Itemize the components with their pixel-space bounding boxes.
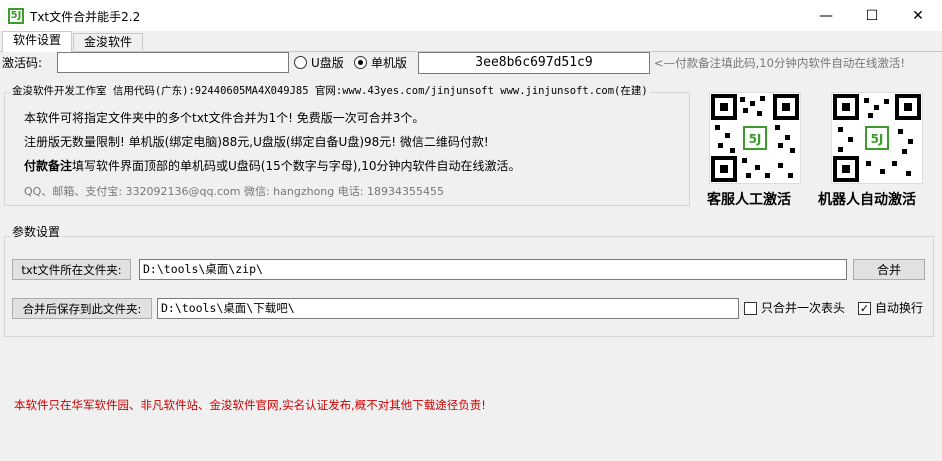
- maximize-icon: ☐: [865, 7, 879, 24]
- tab-jinjun-software[interactable]: 金浚软件: [73, 33, 144, 51]
- window-title: Txt文件合并能手2.2: [30, 10, 141, 24]
- info-line-2: 注册版无数量限制! 单机版(绑定电脑)88元,U盘版(绑定自备U盘)98元! 微…: [24, 135, 489, 149]
- machine-code-hint: <—付款备注填此码,10分钟内软件自动在线激活!: [654, 56, 906, 70]
- close-button[interactable]: ✕: [895, 0, 941, 31]
- dest-folder-button[interactable]: 合并后保存到此文件夹:: [12, 298, 152, 319]
- dest-folder-input[interactable]: D:\tools\桌面\下载吧\: [157, 298, 739, 319]
- auto-wrap-label: 自动换行: [875, 301, 924, 315]
- maximize-button[interactable]: ☐: [849, 0, 895, 31]
- app-icon: 5J: [8, 8, 24, 24]
- qr-code-icon: 5J: [709, 92, 801, 184]
- tab-software-settings[interactable]: 软件设置: [2, 31, 73, 52]
- info-line-3-rest: 填写软件界面顶部的单机码或U盘码(15个数字与字母),10分钟内软件自动在线激活…: [72, 159, 521, 173]
- radio-udisk-label: U盘版: [311, 56, 344, 70]
- minimize-icon: —: [819, 7, 833, 24]
- info-group-title: 金浚软件开发工作室 信用代码(广东):92440605MA4X049J85 官网…: [10, 85, 650, 98]
- info-line-3: 付款备注填写软件界面顶部的单机码或U盘码(15个数字与字母),10分钟内软件自动…: [24, 157, 521, 174]
- radio-udisk[interactable]: [294, 56, 307, 69]
- radio-single-label: 单机版: [371, 56, 408, 70]
- close-icon: ✕: [912, 7, 924, 24]
- source-folder-button[interactable]: txt文件所在文件夹:: [12, 259, 131, 280]
- qr-caption-robot: 机器人自动激活: [818, 192, 916, 208]
- contact-info: QQ、邮箱、支付宝: 332092136@qq.com 微信: hangzhon…: [24, 185, 444, 198]
- source-folder-input[interactable]: D:\tools\桌面\zip\: [139, 259, 847, 280]
- header-once-label: 只合并一次表头: [761, 301, 846, 315]
- qr-code-icon: 5J: [831, 92, 923, 184]
- activation-code-input[interactable]: [57, 52, 289, 73]
- radio-single[interactable]: [354, 56, 367, 69]
- qr-caption-manual: 客服人工激活: [707, 192, 791, 208]
- footer-notice: 本软件只在华军软件园、非凡软件站、金浚软件官网,实名认证发布,概不对其他下载途径…: [14, 398, 486, 412]
- auto-wrap-checkbox[interactable]: ✓: [858, 302, 871, 315]
- header-once-checkbox[interactable]: [744, 302, 757, 315]
- check-icon: ✓: [859, 302, 870, 315]
- params-group-title: 参数设置: [10, 225, 63, 239]
- info-line-3-bold: 付款备注: [24, 159, 73, 173]
- svg-text:5J: 5J: [749, 132, 762, 146]
- svg-text:5J: 5J: [871, 132, 884, 146]
- params-groupbox: [4, 236, 934, 337]
- info-line-1: 本软件可将指定文件夹中的多个txt文件合并为1个! 免费版一次可合并3个。: [24, 111, 425, 125]
- title-bar: [0, 0, 942, 31]
- merge-button[interactable]: 合并: [853, 259, 925, 280]
- activation-code-label: 激活码:: [2, 56, 43, 70]
- machine-code-field[interactable]: 3ee8b6c697d51c9: [418, 52, 650, 74]
- minimize-button[interactable]: —: [803, 0, 849, 31]
